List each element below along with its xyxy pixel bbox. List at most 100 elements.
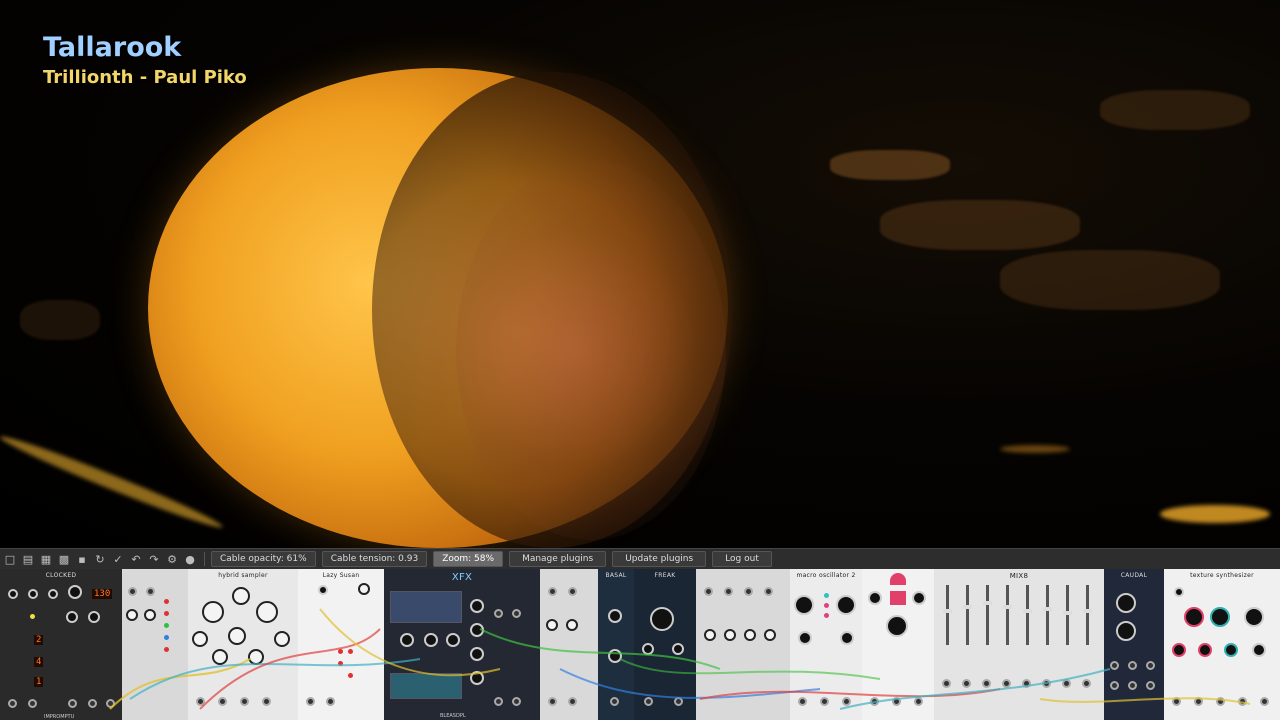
offset-knob[interactable] — [546, 619, 558, 631]
rate-knob[interactable] — [1116, 593, 1136, 613]
module-xfx[interactable]: XFX BLEASDPL — [384, 569, 541, 720]
out-jack[interactable] — [674, 697, 683, 706]
offset-knob[interactable] — [704, 629, 716, 641]
semi-knob[interactable] — [470, 623, 484, 637]
swing-knob[interactable] — [88, 611, 100, 623]
reset-knob[interactable] — [8, 589, 18, 599]
cable-opacity-field[interactable]: Cable opacity: 61% — [211, 551, 316, 567]
rate-jack[interactable] — [146, 587, 155, 596]
out-jack[interactable] — [1128, 661, 1137, 670]
out-jack[interactable] — [512, 697, 521, 706]
channel-in-jack[interactable] — [1062, 679, 1071, 688]
undo-icon[interactable]: ↶ — [128, 551, 144, 567]
tempo-knob[interactable] — [68, 585, 82, 599]
cutoff-knob[interactable] — [650, 607, 674, 631]
resonance-knob[interactable] — [642, 643, 654, 655]
out-jack[interactable] — [1110, 661, 1119, 670]
out-jack[interactable] — [1146, 681, 1155, 690]
update-plugins-button[interactable]: Update plugins — [612, 551, 707, 567]
speed-knob[interactable] — [256, 601, 278, 623]
lock-icon[interactable]: ● — [182, 551, 198, 567]
module-lazy-susan[interactable]: Lazy Susan — [298, 569, 385, 720]
rate-jack[interactable] — [548, 587, 557, 596]
shape-knob[interactable] — [608, 649, 622, 663]
octave-knob[interactable] — [470, 599, 484, 613]
position-knob[interactable] — [1184, 607, 1204, 627]
offset-knob[interactable] — [764, 629, 776, 641]
rate-jack[interactable] — [764, 587, 773, 596]
module-sequencer[interactable] — [122, 569, 189, 720]
revert-icon[interactable]: ↻ — [92, 551, 108, 567]
blend-knob[interactable] — [1224, 643, 1238, 657]
channel-fader[interactable] — [946, 585, 949, 645]
brightness-knob[interactable] — [886, 615, 908, 637]
out-jack[interactable] — [568, 697, 577, 706]
channel-fader[interactable] — [1006, 585, 1009, 645]
ratio-knob[interactable] — [66, 611, 78, 623]
out-jack[interactable] — [610, 697, 619, 706]
out-jack[interactable] — [1146, 661, 1155, 670]
freq-knob[interactable] — [868, 591, 882, 605]
fader-cap[interactable] — [1023, 609, 1032, 613]
density-knob[interactable] — [1172, 643, 1186, 657]
tune-knob[interactable] — [608, 609, 622, 623]
engine-icon[interactable]: ⚙ — [164, 551, 180, 567]
run-jack[interactable] — [28, 699, 37, 708]
harmonics-knob[interactable] — [836, 595, 856, 615]
module-basal[interactable]: BASAL — [598, 569, 635, 720]
in-jack[interactable] — [218, 697, 227, 706]
in-jack[interactable] — [820, 697, 829, 706]
fader-cap[interactable] — [1063, 611, 1072, 615]
offset-knob[interactable] — [724, 629, 736, 641]
in-jack[interactable] — [870, 697, 879, 706]
out-jack[interactable] — [1128, 681, 1137, 690]
morph-knob[interactable] — [840, 631, 854, 645]
rate-jack[interactable] — [744, 587, 753, 596]
out-jack[interactable] — [262, 697, 271, 706]
fine-knob[interactable] — [470, 647, 484, 661]
level-knob[interactable] — [248, 649, 264, 665]
out-jack[interactable] — [1260, 697, 1269, 706]
module-lfo-strip[interactable] — [696, 569, 791, 720]
in-jack[interactable] — [1194, 697, 1203, 706]
offset-knob[interactable] — [126, 609, 138, 621]
module-hybrid-sampler[interactable]: hybrid sampler — [188, 569, 299, 720]
mod-jack[interactable] — [512, 609, 521, 618]
rate-jack[interactable] — [128, 587, 137, 596]
mix-knob[interactable] — [212, 649, 228, 665]
clock-out-jack[interactable] — [68, 699, 77, 708]
redo-icon[interactable]: ↷ — [146, 551, 162, 567]
reset-jack[interactable] — [8, 699, 17, 708]
in-jack[interactable] — [196, 697, 205, 706]
env-knob[interactable] — [192, 631, 208, 647]
texture-knob[interactable] — [1198, 643, 1212, 657]
out-jack[interactable] — [842, 697, 851, 706]
clock-out-jack[interactable] — [88, 699, 97, 708]
size-knob[interactable] — [1210, 607, 1230, 627]
fader-cap[interactable] — [943, 609, 952, 613]
timbre-knob[interactable] — [798, 631, 812, 645]
spread-knob[interactable] — [1252, 643, 1266, 657]
root-knob[interactable] — [318, 585, 328, 595]
sample-knob[interactable] — [202, 601, 224, 623]
module-mixer[interactable]: MIX8 — [934, 569, 1105, 720]
energy-knob[interactable] — [1116, 621, 1136, 641]
fader-cap[interactable] — [983, 601, 992, 605]
log-out-button[interactable]: Log out — [712, 551, 772, 567]
open-folder-icon[interactable]: ▤ — [20, 551, 36, 567]
pitch-knob[interactable] — [232, 587, 250, 605]
channel-fader[interactable] — [966, 585, 969, 645]
disconnect-icon[interactable]: ✓ — [110, 551, 126, 567]
module-caudal[interactable]: CAUDAL — [1104, 569, 1165, 720]
noise-knob[interactable] — [424, 633, 438, 647]
module-macro-oscillator[interactable]: macro oscillator 2 — [790, 569, 863, 720]
structure-knob[interactable] — [912, 591, 926, 605]
in-jack[interactable] — [798, 697, 807, 706]
mod-jack[interactable] — [494, 609, 503, 618]
rate-jack[interactable] — [568, 587, 577, 596]
channel-in-jack[interactable] — [1002, 679, 1011, 688]
frequency-knob[interactable] — [794, 595, 814, 615]
module-texture-synthesizer[interactable]: texture synthesizer — [1164, 569, 1280, 720]
offset-knob[interactable] — [144, 609, 156, 621]
out-jack[interactable] — [494, 697, 503, 706]
